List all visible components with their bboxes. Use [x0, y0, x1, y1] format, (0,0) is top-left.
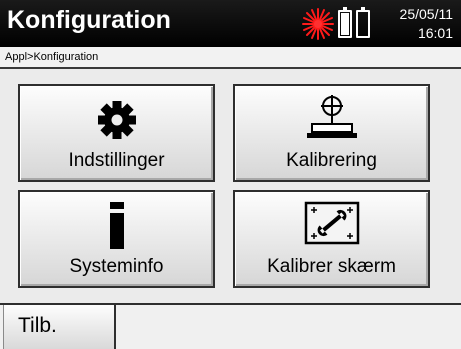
- system-info-button[interactable]: Systeminfo: [18, 190, 215, 288]
- footer-bar: Tilb.: [0, 303, 461, 349]
- back-button[interactable]: Tilb.: [3, 305, 116, 349]
- system-info-label: Systeminfo: [69, 256, 164, 277]
- gear-icon: [97, 101, 136, 139]
- battery-1-icon: [338, 7, 352, 38]
- info-icon: [109, 202, 124, 249]
- breadcrumb-text: Appl>Konfiguration: [5, 51, 99, 63]
- title-bar: Konfiguration 25/05/11 16:01: [0, 0, 461, 47]
- time-text: 16:01: [417, 25, 453, 41]
- laser-indicator-icon: [302, 8, 334, 40]
- screen-calibration-button[interactable]: Kalibrer skærm: [233, 190, 430, 288]
- breadcrumb: Appl>Konfiguration: [0, 47, 461, 69]
- calibration-label: Kalibrering: [286, 150, 377, 171]
- level-calibration-icon: [306, 95, 357, 138]
- screen: Konfiguration 25/05/11 16:01 Appl>Konfig…: [0, 0, 461, 349]
- page-title: Konfiguration: [7, 6, 171, 34]
- datetime: 25/05/11 16:01: [400, 5, 453, 43]
- screen-calibration-icon: [304, 201, 359, 245]
- settings-button[interactable]: Indstillinger: [18, 84, 215, 182]
- settings-label: Indstillinger: [68, 150, 165, 171]
- calibration-button[interactable]: Kalibrering: [233, 84, 430, 182]
- screen-calibration-label: Kalibrer skærm: [267, 256, 396, 277]
- back-button-label: Tilb.: [18, 314, 57, 337]
- date-text: 25/05/11: [399, 6, 453, 22]
- battery-2-icon: [356, 7, 370, 38]
